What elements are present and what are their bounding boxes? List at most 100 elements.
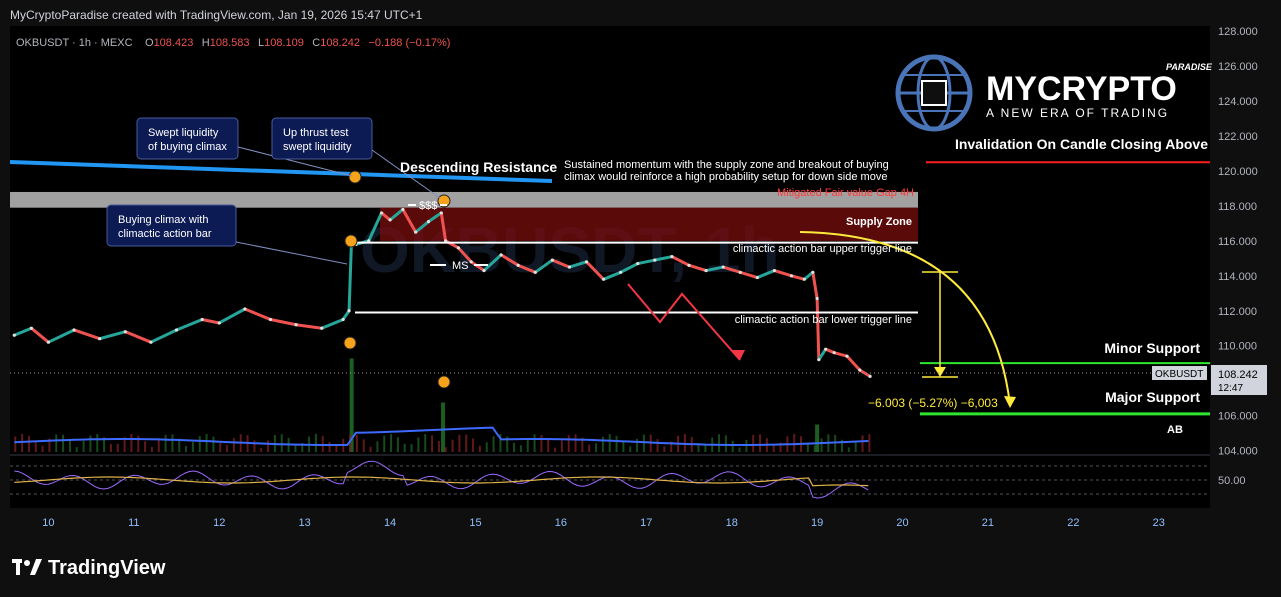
marker-climax-mid[interactable]: [344, 234, 358, 248]
y-tick-label: 104.000: [1218, 446, 1258, 458]
price-point: [824, 347, 828, 351]
time-axis[interactable]: [10, 510, 1210, 536]
volume-bar: [171, 434, 174, 452]
volume-bar: [260, 447, 263, 452]
price-point: [341, 317, 345, 322]
price-point: [294, 323, 298, 327]
y-tick-label: 128.000: [1218, 26, 1258, 38]
volume-bar: [369, 446, 372, 452]
x-tick-label: 12: [213, 517, 225, 529]
x-tick-label: 22: [1067, 517, 1079, 529]
callout-swept-buying-line2: of buying climax: [148, 141, 227, 153]
price-point: [149, 340, 153, 344]
volume-bar: [547, 440, 550, 452]
high-value: 108.583: [210, 37, 250, 49]
tradingview-icon: [12, 559, 42, 575]
chart-frame: OKBUSDT, 1h MyCryptoParadise created wit…: [9, 8, 1271, 579]
volume-bar: [861, 435, 864, 452]
volume-bar: [417, 437, 420, 452]
price-point: [738, 270, 742, 274]
volume-bar: [437, 440, 440, 452]
rsi-level-label: 50.00: [1218, 475, 1246, 487]
volume-bar: [376, 441, 379, 452]
price-point: [584, 260, 589, 264]
price-point: [687, 263, 691, 267]
lower-trigger-label: climactic action bar lower trigger line: [735, 314, 912, 326]
symbol-name[interactable]: OKBUSDT · 1h · MEXC: [16, 37, 133, 49]
y-tick-label: 120.000: [1218, 166, 1258, 178]
price-point: [439, 211, 443, 215]
x-tick-label: 14: [384, 517, 396, 529]
price-point: [401, 207, 405, 212]
price-point: [567, 265, 572, 269]
price-tag-symbol: OKBUSDT: [1155, 369, 1203, 380]
volume-bar: [328, 441, 331, 452]
tradingview-logo[interactable]: TradingView: [12, 557, 166, 579]
volume-bar: [554, 447, 557, 452]
volume-bar: [150, 446, 153, 452]
volume-bar: [601, 436, 604, 452]
y-tick-label: 112.000: [1218, 306, 1257, 318]
x-tick-label: 13: [299, 517, 311, 529]
price-point: [499, 253, 503, 257]
volume-bar: [608, 434, 611, 452]
marker-volume-2[interactable]: [437, 375, 451, 389]
volume-bar: [567, 435, 570, 452]
price-point: [755, 275, 759, 280]
ms-label: MS: [452, 260, 469, 272]
volume-bar: [294, 444, 297, 452]
volume-bar: [62, 434, 65, 452]
momentum-note-line1: Sustained momentum with the supply zone …: [564, 159, 889, 171]
price-point: [868, 374, 872, 379]
x-tick-label: 17: [640, 517, 652, 529]
volume-bar: [629, 446, 632, 452]
volume-bar: [96, 434, 99, 452]
volume-bar: [355, 434, 358, 452]
price-point: [550, 258, 554, 262]
marker-volume-1[interactable]: [343, 336, 357, 350]
volume-bar: [820, 438, 823, 452]
open-value: 108.423: [154, 37, 194, 49]
minor-support-label: Minor Support: [1104, 340, 1200, 356]
ab-label: AB: [1167, 424, 1183, 436]
price-point: [789, 274, 794, 278]
volume-bar: [82, 441, 85, 452]
volume-bar: [718, 434, 721, 452]
marker-climax-high[interactable]: [348, 170, 362, 184]
volume-bar: [267, 440, 270, 452]
measure-label: −6.003 (−5.27%) −6,003: [868, 396, 998, 410]
volume-bar: [109, 444, 112, 452]
volume-bar: [68, 439, 71, 452]
price-segment: [815, 298, 821, 360]
volume-bar: [451, 439, 454, 452]
price-point: [601, 277, 606, 281]
volume-bar: [465, 434, 468, 452]
price-point: [653, 258, 657, 262]
volume-bar: [212, 436, 215, 452]
price-point: [670, 254, 674, 259]
callout-up-thrust-line2: swept liquidity: [283, 141, 352, 153]
volume-bar: [595, 443, 598, 452]
price-point: [704, 268, 708, 273]
price-point: [12, 333, 16, 337]
volume-bar: [314, 434, 317, 452]
price-point: [858, 368, 862, 372]
volume-bar: [335, 446, 338, 452]
price-point: [268, 317, 273, 322]
volume-bar: [55, 434, 58, 452]
volume-bar: [815, 424, 820, 452]
volume-bar: [615, 435, 618, 452]
volume-bar: [441, 402, 446, 452]
zone-1[interactable]: [380, 207, 918, 241]
x-tick-label: 20: [896, 517, 908, 529]
volume-bar: [383, 435, 386, 452]
price-point: [721, 265, 725, 269]
volume-bar: [663, 446, 666, 452]
y-tick-label: 126.000: [1218, 61, 1258, 73]
volume-bar: [157, 439, 160, 452]
volume-bar: [34, 442, 37, 452]
tradingview-wordmark: TradingView: [48, 557, 166, 579]
price-point: [174, 328, 179, 332]
volume-bar: [75, 447, 78, 452]
x-tick-label: 10: [42, 517, 54, 529]
